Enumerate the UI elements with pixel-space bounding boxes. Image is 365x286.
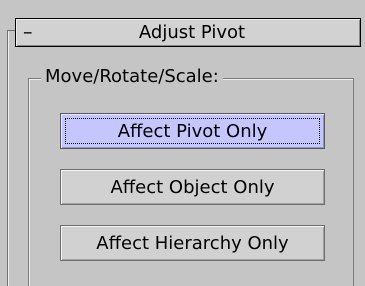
group-label: Move/Rotate/Scale: [41, 66, 223, 88]
affect-pivot-only-label: Affect Pivot Only [117, 120, 268, 142]
affect-pivot-only-button[interactable]: Affect Pivot Only [60, 113, 325, 149]
panel-frame-highlight [8, 30, 9, 286]
affect-hierarchy-only-label: Affect Hierarchy Only [96, 232, 289, 254]
affect-object-only-button[interactable]: Affect Object Only [60, 169, 325, 205]
rollout-title: Adjust Pivot [138, 22, 246, 43]
adjust-pivot-rollout-header[interactable]: – Adjust Pivot [15, 18, 361, 47]
affect-hierarchy-only-button[interactable]: Affect Hierarchy Only [60, 225, 325, 261]
affect-object-only-label: Affect Object Only [110, 176, 275, 198]
